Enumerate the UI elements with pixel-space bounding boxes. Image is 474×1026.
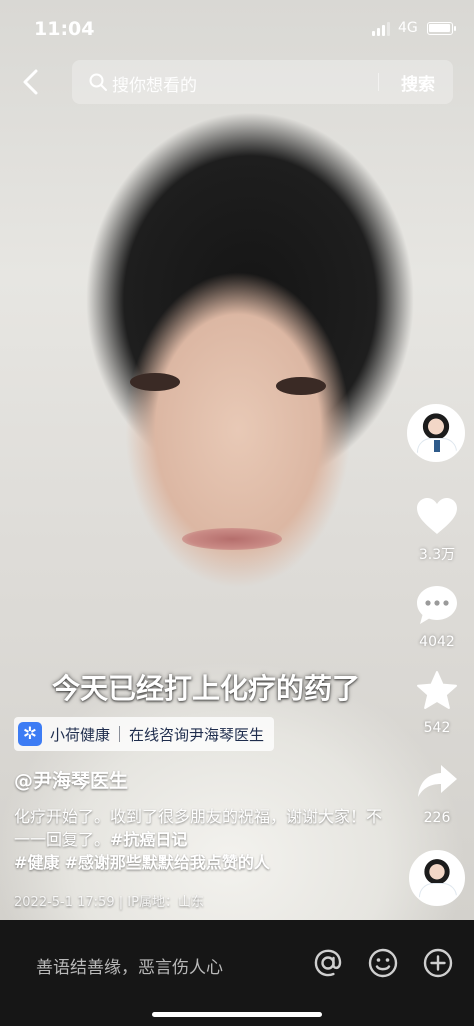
smiley-icon[interactable] [367, 947, 399, 979]
mini-app-tag[interactable]: ✲ 小荷健康 在线咨询尹海琴医生 [14, 717, 275, 751]
mini-app-description: 在线咨询尹海琴医生 [129, 725, 265, 744]
hashtag[interactable]: #抗癌日记 [110, 830, 187, 849]
mini-app-separator [119, 726, 121, 742]
comment-button[interactable]: 4042 [407, 584, 467, 650]
avatar-tie [434, 440, 440, 452]
post-date: 2022-5-1 17:59 [14, 895, 115, 910]
back-button[interactable] [14, 64, 48, 100]
avatar-coat [419, 883, 457, 904]
post-meta: 2022-5-1 17:59 | IP属地：山东 [14, 891, 204, 910]
hashtag[interactable]: #健康 [14, 853, 59, 872]
video-subtitle: 今天已经打上化疗的药了 [52, 672, 361, 705]
search-divider [378, 73, 379, 91]
post-caption: 化疗开始了。收到了很多朋友的祝福，谢谢大家！不一一回复了。#抗癌日记 #健康 #… [14, 805, 394, 874]
music-avatar[interactable] [409, 850, 465, 906]
status-bar: 11:04 4G [0, 0, 474, 56]
share-arrow-icon [418, 765, 457, 797]
like-count: 3.3万 [418, 547, 456, 563]
search-input[interactable]: 搜你想看的 [112, 71, 197, 96]
search-icon [89, 73, 107, 91]
search-bar[interactable]: 搜你想看的 搜索 [72, 60, 453, 104]
search-button[interactable]: 搜索 [388, 70, 448, 95]
battery-level [429, 24, 450, 32]
author-name[interactable]: @尹海琴医生 [14, 766, 128, 793]
comment-count: 4042 [419, 634, 455, 650]
hashtag[interactable]: #感谢那些默默给我点赞的人 [65, 853, 270, 872]
network-type: 4G [398, 20, 418, 36]
plus-circle-icon[interactable] [422, 947, 454, 979]
comment-bar: 善语结善缘，恶言伤人心 [0, 920, 474, 1026]
video-eye-right [276, 377, 326, 395]
mini-app-name: 小荷健康 [50, 725, 111, 744]
mini-app-icon: ✲ [18, 722, 42, 746]
signal-icon [372, 22, 390, 36]
meta-separator: | [118, 895, 128, 910]
like-button[interactable]: 3.3万 [407, 496, 467, 564]
comment-input[interactable]: 善语结善缘，恶言伤人心 [36, 953, 223, 978]
share-count: 226 [423, 810, 451, 826]
heart-icon [417, 498, 457, 534]
speech-bubble-icon [417, 586, 457, 624]
status-time: 11:04 [34, 18, 95, 40]
chevron-left-icon [23, 69, 38, 95]
at-icon[interactable] [312, 947, 344, 979]
home-indicator [152, 1012, 322, 1017]
battery-icon [427, 22, 456, 35]
video-eye-left [130, 373, 180, 391]
favorite-count: 542 [423, 720, 451, 736]
video-mouth [182, 528, 282, 550]
caption-text: 化疗开始了。收到了很多朋友的祝福，谢谢大家！不一一回复了。 [14, 807, 383, 849]
author-avatar[interactable] [407, 404, 465, 462]
share-button[interactable]: 226 [407, 762, 467, 826]
ip-location: IP属地：山东 [127, 895, 204, 910]
